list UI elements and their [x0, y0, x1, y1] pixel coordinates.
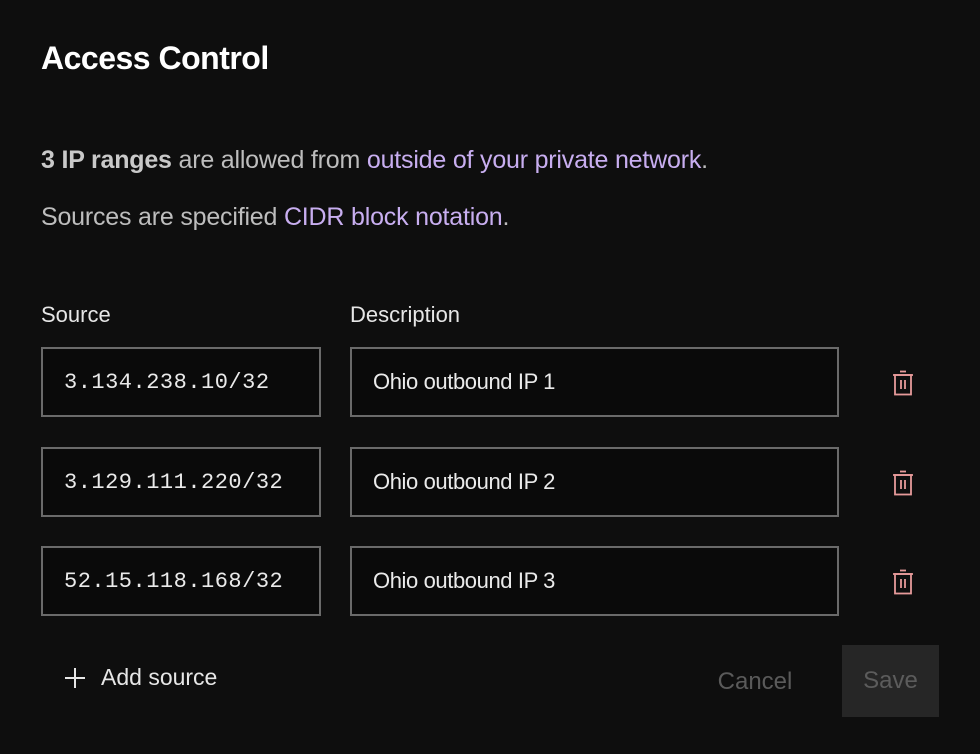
description-input[interactable]	[352, 349, 837, 415]
add-source-label: Add source	[101, 664, 218, 690]
private-network-link[interactable]: outside of your private network	[367, 146, 701, 174]
trash-icon	[893, 370, 913, 396]
summary-period: .	[701, 146, 708, 174]
source-row	[41, 347, 941, 417]
cidr-info: Sources are specified CIDR block notatio…	[41, 203, 509, 232]
plus-icon	[65, 667, 85, 688]
add-source-button[interactable]: Add source	[64, 664, 217, 691]
page-title: Access Control	[41, 40, 269, 76]
source-input[interactable]	[43, 548, 319, 614]
source-row	[41, 447, 941, 517]
trash-icon	[893, 569, 913, 595]
description-input[interactable]	[352, 548, 837, 614]
ip-range-summary: 3 IP ranges are allowed from outside of …	[41, 146, 708, 175]
cidr-info-text: Sources are specified	[41, 203, 284, 231]
trash-icon	[893, 470, 913, 496]
delete-source-button[interactable]	[886, 466, 920, 500]
ip-range-count: 3 IP ranges	[41, 146, 172, 174]
save-button[interactable]: Save	[842, 645, 939, 717]
description-field-wrapper	[350, 546, 839, 616]
source-field-wrapper	[41, 546, 321, 616]
delete-source-button[interactable]	[886, 565, 920, 599]
source-input[interactable]	[43, 349, 319, 415]
source-field-wrapper	[41, 447, 321, 517]
delete-source-button[interactable]	[886, 366, 920, 400]
source-field-wrapper	[41, 347, 321, 417]
description-field-wrapper	[350, 347, 839, 417]
cidr-notation-link[interactable]: CIDR block notation	[284, 203, 503, 231]
summary-text: are allowed from	[171, 146, 367, 174]
description-input[interactable]	[352, 449, 837, 515]
description-column-label: Description	[350, 302, 461, 327]
source-column-label: Source	[41, 302, 111, 327]
source-row	[41, 546, 941, 616]
cancel-button[interactable]: Cancel	[705, 654, 805, 710]
source-input[interactable]	[43, 449, 319, 515]
description-field-wrapper	[350, 447, 839, 517]
cidr-period: .	[502, 203, 510, 231]
